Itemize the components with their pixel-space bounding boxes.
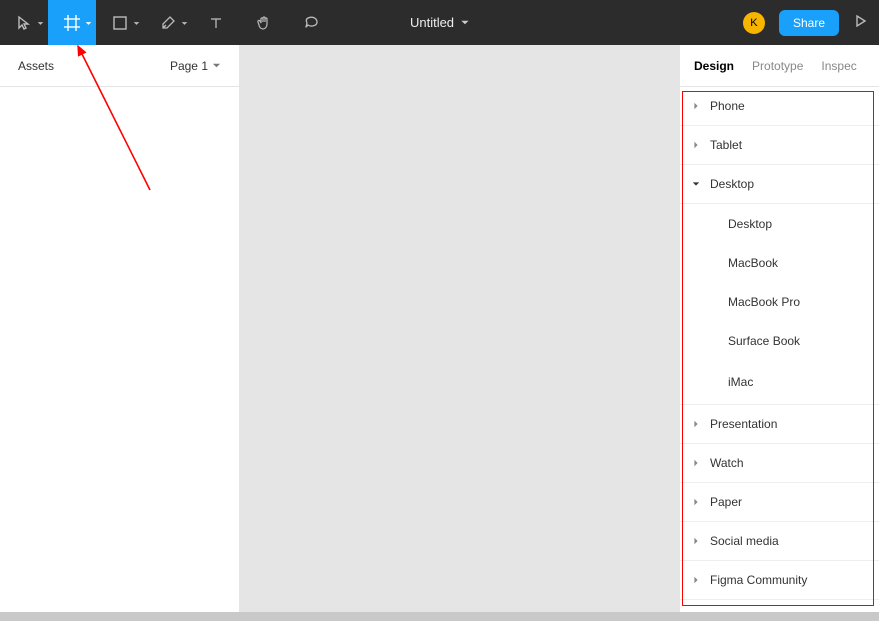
preset-label: Tablet <box>710 138 742 152</box>
file-title[interactable]: Untitled <box>410 15 469 30</box>
rectangle-icon <box>113 16 127 30</box>
footer-strip <box>0 612 879 621</box>
chevron-right-icon <box>692 498 706 506</box>
left-panel: Assets Page 1 <box>0 45 240 621</box>
pen-tool-button[interactable] <box>144 0 192 45</box>
hand-icon <box>256 15 272 31</box>
left-panel-header: Assets Page 1 <box>0 45 239 87</box>
preset-category-phone[interactable]: Phone <box>680 87 879 126</box>
preset-label: Figma Community <box>710 573 807 587</box>
file-title-text: Untitled <box>410 15 454 30</box>
toolbar-right: K Share <box>743 10 879 36</box>
right-panel: Design Prototype Inspec Phone Tablet Des… <box>679 45 879 621</box>
canvas[interactable] <box>240 45 679 621</box>
text-tool-button[interactable] <box>192 0 240 45</box>
chevron-down-icon <box>460 15 469 30</box>
chevron-down-icon <box>133 16 140 30</box>
preset-label: Desktop <box>710 177 754 191</box>
preset-category-social[interactable]: Social media <box>680 522 879 561</box>
preset-label: Social media <box>710 534 779 548</box>
text-icon <box>209 16 223 30</box>
preset-category-presentation[interactable]: Presentation <box>680 405 879 444</box>
comment-tool-button[interactable] <box>288 0 336 45</box>
preset-item-imac[interactable]: iMac <box>680 360 879 405</box>
cursor-icon <box>16 15 32 31</box>
preset-category-desktop[interactable]: Desktop <box>680 165 879 204</box>
page-selector[interactable]: Page 1 <box>170 59 221 73</box>
chevron-right-icon <box>692 576 706 584</box>
frame-preset-list: Phone Tablet Desktop Desktop MacBook Mac… <box>680 87 879 621</box>
shape-tool-button[interactable] <box>96 0 144 45</box>
preset-label: Paper <box>710 495 742 509</box>
chevron-down-icon <box>692 180 706 188</box>
frame-tool-button[interactable] <box>48 0 96 45</box>
tool-group-left <box>0 0 336 45</box>
play-icon <box>853 14 867 28</box>
chevron-down-icon <box>212 61 221 70</box>
hand-tool-button[interactable] <box>240 0 288 45</box>
tab-prototype[interactable]: Prototype <box>752 59 803 73</box>
chevron-down-icon <box>181 16 188 30</box>
chevron-right-icon <box>692 141 706 149</box>
right-panel-tabs: Design Prototype Inspec <box>680 45 879 87</box>
avatar[interactable]: K <box>743 12 765 34</box>
preset-category-tablet[interactable]: Tablet <box>680 126 879 165</box>
chevron-right-icon <box>692 420 706 428</box>
chevron-right-icon <box>692 459 706 467</box>
chevron-down-icon <box>85 16 92 30</box>
tab-inspect[interactable]: Inspec <box>821 59 856 73</box>
chevron-down-icon <box>37 16 44 30</box>
chevron-right-icon <box>692 537 706 545</box>
main: Assets Page 1 Design Prototype Inspec Ph… <box>0 45 879 621</box>
preset-label: Presentation <box>710 417 777 431</box>
preset-category-paper[interactable]: Paper <box>680 483 879 522</box>
present-button[interactable] <box>853 14 867 31</box>
preset-category-watch[interactable]: Watch <box>680 444 879 483</box>
tab-design[interactable]: Design <box>694 59 734 73</box>
move-tool-button[interactable] <box>0 0 48 45</box>
page-selector-label: Page 1 <box>170 59 208 73</box>
preset-item-desktop[interactable]: Desktop <box>680 204 879 243</box>
preset-label: Watch <box>710 456 744 470</box>
share-button[interactable]: Share <box>779 10 839 36</box>
frame-icon <box>63 14 81 32</box>
preset-item-macbook[interactable]: MacBook <box>680 243 879 282</box>
pen-icon <box>160 15 176 31</box>
preset-label: Phone <box>710 99 745 113</box>
toolbar: Untitled K Share <box>0 0 879 45</box>
preset-category-community[interactable]: Figma Community <box>680 561 879 600</box>
comment-icon <box>304 15 320 31</box>
preset-item-macbook-pro[interactable]: MacBook Pro <box>680 282 879 321</box>
chevron-right-icon <box>692 102 706 110</box>
tab-assets[interactable]: Assets <box>18 59 54 73</box>
preset-item-surface-book[interactable]: Surface Book <box>680 321 879 360</box>
